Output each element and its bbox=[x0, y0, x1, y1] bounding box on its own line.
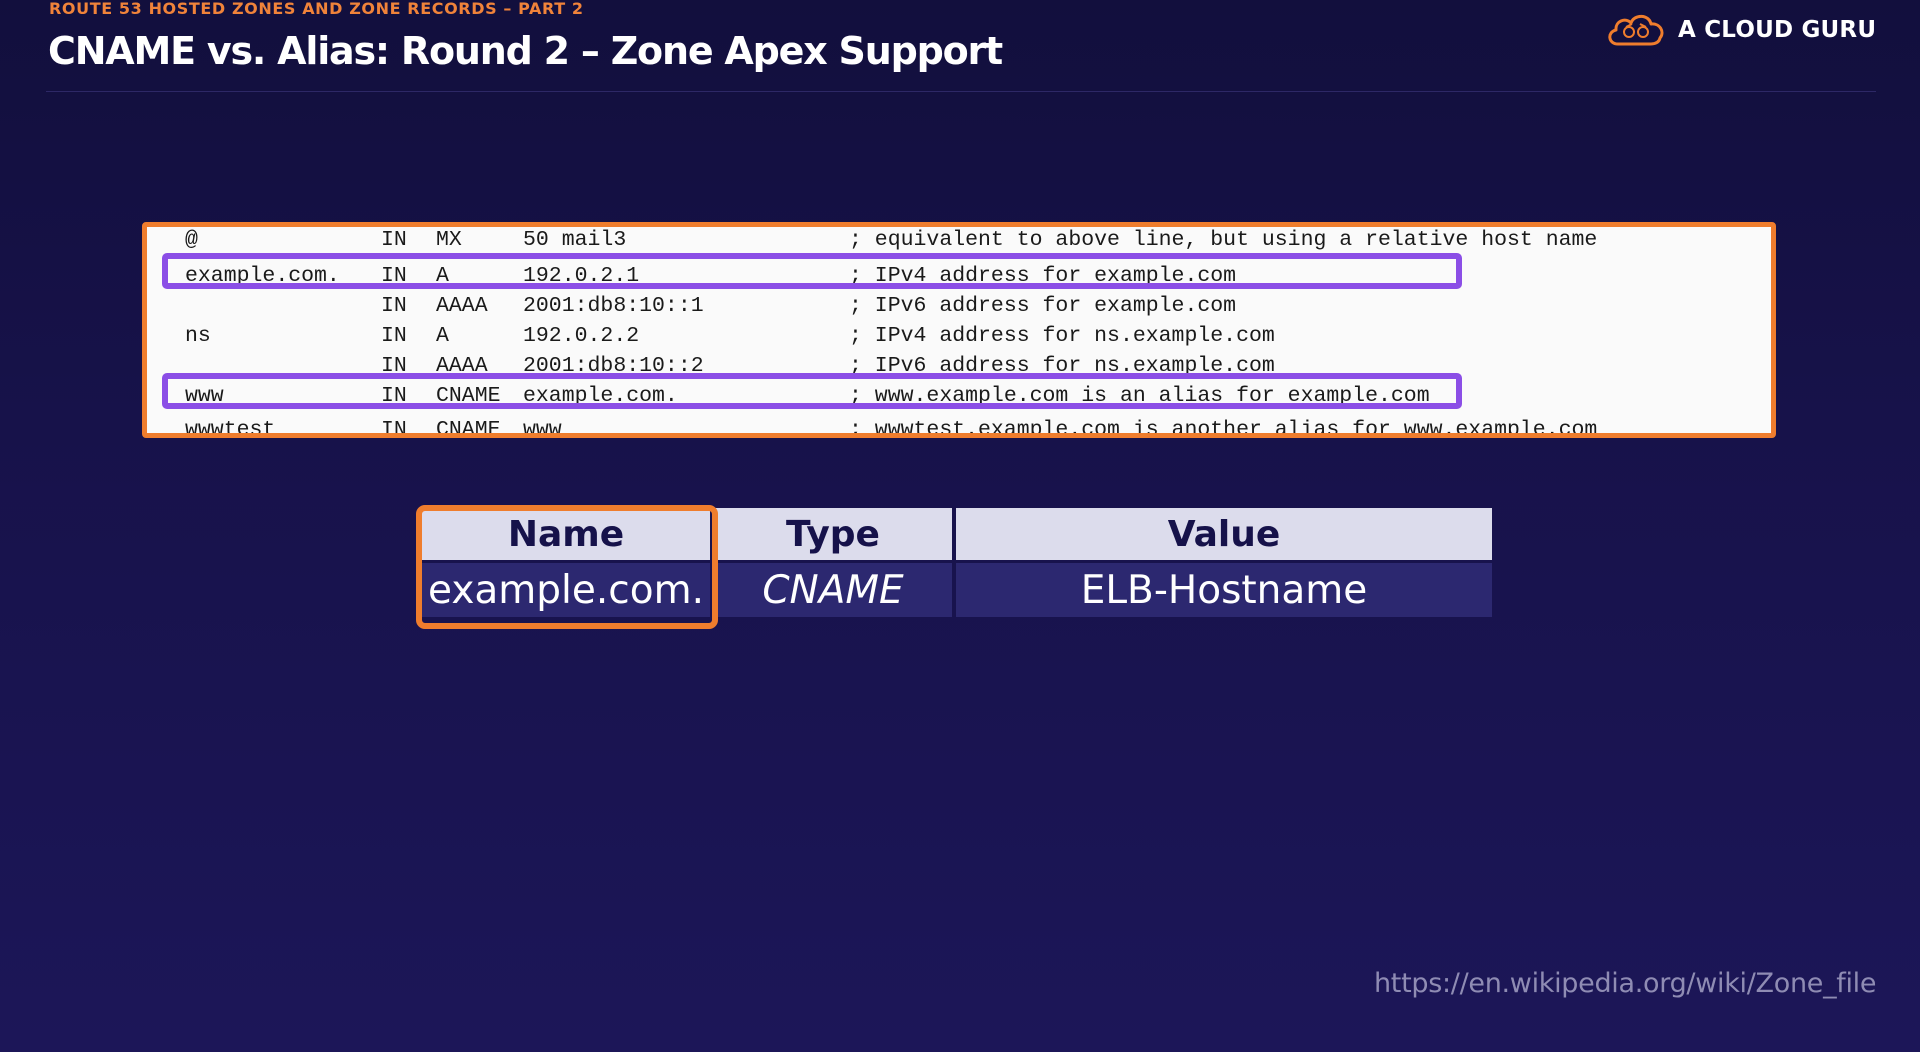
zone-comment: ; IPv6 address for example.com bbox=[849, 294, 1237, 318]
zone-host: @ bbox=[185, 228, 198, 252]
zone-class: IN bbox=[381, 294, 407, 318]
zone-type: AAAA bbox=[436, 294, 488, 318]
section-subtitle: ROUTE 53 HOSTED ZONES AND ZONE RECORDS –… bbox=[49, 0, 584, 18]
zone-host: ns bbox=[185, 324, 211, 348]
zone-value: 2001:db8:10::1 bbox=[523, 294, 704, 318]
zone-value: www bbox=[523, 418, 562, 438]
cell-type: CNAME bbox=[714, 563, 952, 617]
www-cname-record-highlight bbox=[162, 373, 1462, 409]
header-type: Type bbox=[714, 508, 952, 560]
header-value: Value bbox=[956, 508, 1492, 560]
zone-line-apex-aaaa: IN AAAA 2001:db8:10::1 ; IPv6 address fo… bbox=[185, 291, 1236, 321]
zone-comment: ; IPv4 address for ns.example.com bbox=[849, 324, 1275, 348]
cloud-icon bbox=[1604, 10, 1668, 50]
zone-line-ns-a: ns IN A 192.0.2.2 ; IPv4 address for ns.… bbox=[185, 321, 1275, 351]
apex-a-record-highlight bbox=[162, 253, 1462, 289]
cell-value: ELB-Hostname bbox=[956, 563, 1492, 617]
zone-comment: ; equivalent to above line, but using a … bbox=[849, 228, 1598, 252]
zone-value: 192.0.2.2 bbox=[523, 324, 640, 348]
name-column-highlight bbox=[416, 505, 718, 629]
header-divider bbox=[46, 91, 1876, 92]
brand-name: A CLOUD GURU bbox=[1678, 17, 1877, 43]
source-link: https://en.wikipedia.org/wiki/Zone_file bbox=[1374, 968, 1877, 999]
zone-class: IN bbox=[381, 324, 407, 348]
zone-class: IN bbox=[381, 418, 407, 438]
zone-comment: ; wwwtest.example.com is another alias f… bbox=[849, 418, 1598, 438]
brand-logo: A CLOUD GURU bbox=[1604, 10, 1876, 50]
zone-host: wwwtest bbox=[185, 418, 276, 438]
zone-value: 50 mail3 bbox=[523, 228, 627, 252]
zone-type: A bbox=[436, 324, 449, 348]
slide-title: CNAME vs. Alias: Round 2 – Zone Apex Sup… bbox=[48, 29, 1003, 73]
zone-line-wwwtest-cname: wwwtest IN CNAME www ; wwwtest.example.c… bbox=[185, 415, 1597, 433]
zone-class: IN bbox=[381, 228, 407, 252]
zone-type: MX bbox=[436, 228, 462, 252]
zone-type: CNAME bbox=[436, 418, 501, 438]
zone-line-mx: @ IN MX 50 mail3 ; equivalent to above l… bbox=[185, 227, 1597, 255]
